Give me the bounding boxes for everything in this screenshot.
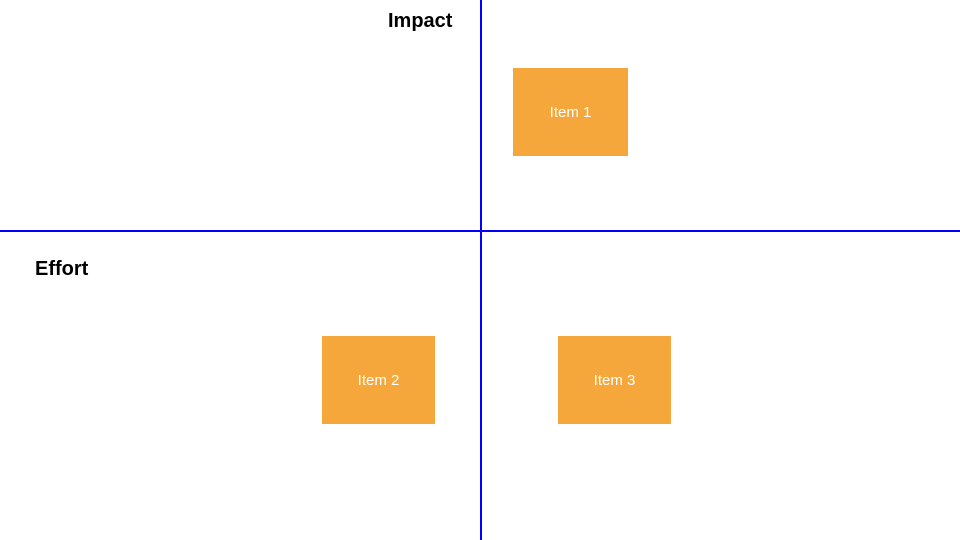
matrix-item-1[interactable]: Item 1 [513, 68, 628, 156]
impact-axis-label: Impact [388, 10, 452, 33]
matrix-item-2-label: Item 2 [358, 372, 400, 389]
matrix-item-3-label: Item 3 [594, 372, 636, 389]
matrix-item-1-label: Item 1 [550, 104, 592, 121]
matrix-item-2[interactable]: Item 2 [322, 336, 435, 424]
horizontal-axis [0, 230, 960, 232]
vertical-axis [480, 0, 482, 540]
effort-axis-label: Effort [35, 258, 88, 281]
matrix-item-3[interactable]: Item 3 [558, 336, 671, 424]
